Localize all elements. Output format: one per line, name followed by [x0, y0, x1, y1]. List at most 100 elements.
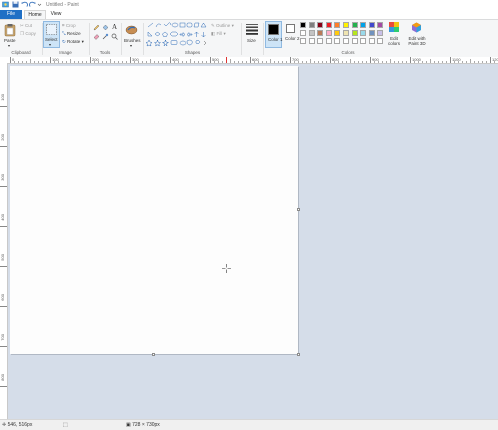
text-tool-icon[interactable]: A [112, 23, 117, 31]
color1-swatch [268, 24, 279, 35]
shape-fill-icon: ◧ [211, 31, 216, 36]
fill-bucket-icon[interactable] [102, 24, 109, 31]
ruler-minor-tick [234, 61, 235, 63]
ruler-tick-label: 100 [0, 94, 5, 101]
custom-color-slot[interactable] [360, 38, 367, 44]
ruler-cursor-marker [226, 57, 227, 63]
cut-button[interactable]: ✂ Cut [20, 23, 32, 29]
palette-swatch[interactable] [343, 30, 349, 36]
palette-swatch[interactable] [368, 22, 375, 28]
outline-icon: ✎ [211, 23, 215, 28]
palette-swatch[interactable] [351, 30, 358, 36]
brushes-icon[interactable] [125, 23, 138, 35]
palette-swatch[interactable] [325, 30, 332, 36]
custom-color-slot[interactable] [343, 38, 349, 44]
tab-view[interactable]: View [47, 10, 65, 19]
palette-swatch[interactable] [377, 30, 384, 36]
tab-home[interactable]: Home [24, 10, 46, 19]
ruler-minor-tick [390, 59, 391, 63]
palette-swatch[interactable] [308, 22, 315, 28]
palette-swatch[interactable] [334, 30, 341, 36]
custom-color-slot[interactable] [368, 38, 375, 44]
ruler-minor-tick [374, 61, 375, 63]
palette-swatch[interactable] [325, 22, 332, 28]
drawing-canvas[interactable] [10, 66, 298, 354]
ruler-minor-tick [430, 59, 431, 63]
custom-color-slot[interactable] [308, 38, 315, 44]
ruler-minor-tick [274, 61, 275, 63]
cursor-position-value: 546, 516px [7, 422, 33, 428]
paste-dropdown-icon[interactable]: ▾ [8, 43, 10, 48]
fill-button[interactable]: ◧ Fill ▾ [211, 31, 226, 37]
select-button[interactable]: Select ▾ [43, 21, 60, 48]
ruler-minor-tick [282, 61, 283, 63]
magnifier-icon[interactable] [111, 33, 118, 40]
palette-swatch[interactable] [360, 30, 367, 36]
brushes-dropdown-icon[interactable]: ▾ [130, 43, 132, 48]
palette-swatch[interactable] [377, 22, 384, 28]
resize-handle-corner[interactable] [297, 353, 300, 356]
ruler-minor-tick [398, 61, 399, 63]
resize-handle-bottom[interactable] [152, 353, 155, 356]
custom-color-slot[interactable] [325, 38, 332, 44]
resize-handle-right[interactable] [297, 208, 300, 211]
palette-swatch[interactable] [351, 22, 358, 28]
custom-color-slot[interactable] [300, 38, 306, 44]
custom-color-slot[interactable] [351, 38, 358, 44]
ruler-minor-tick [458, 61, 459, 63]
edit-with-paint3d-button[interactable]: Edit with Paint 3D [405, 36, 429, 46]
palette-swatch[interactable] [317, 30, 324, 36]
tools-group-label: Tools [99, 50, 111, 55]
ruler-minor-tick [406, 61, 407, 63]
palette-swatch[interactable] [360, 22, 367, 28]
ruler-minor-tick [366, 61, 367, 63]
ruler-minor-tick [158, 61, 159, 63]
tab-file[interactable]: File [0, 10, 22, 19]
pencil-icon[interactable] [93, 24, 100, 31]
custom-color-slot[interactable] [334, 38, 341, 44]
paint3d-icon[interactable] [411, 22, 422, 33]
size-icon[interactable] [245, 23, 259, 35]
resize-label: Resize [66, 31, 81, 36]
custom-color-slot[interactable] [377, 38, 384, 44]
rotate-button[interactable]: ↻ Rotate ▾ [62, 39, 84, 45]
save-icon[interactable] [12, 1, 19, 8]
copy-label: Copy [25, 31, 36, 36]
ruler-minor-tick [26, 61, 27, 63]
eraser-icon[interactable] [93, 33, 100, 40]
ruler-tick-label: 700 [0, 334, 5, 341]
ruler-minor-tick [466, 61, 467, 63]
edit-colors-button[interactable]: Edit colors [387, 36, 401, 46]
palette-swatch[interactable] [368, 30, 375, 36]
ruler-minor-tick [438, 61, 439, 63]
ruler-tick [250, 57, 251, 63]
copy-button[interactable]: ❐ Copy [20, 31, 36, 37]
color2-button[interactable]: Color 2 [284, 21, 300, 48]
crosshair-cursor-icon [222, 264, 231, 273]
color1-button[interactable]: Color 1 [265, 21, 283, 48]
palette-swatch[interactable] [343, 22, 349, 28]
ruler-minor-tick [134, 61, 135, 63]
palette-swatch[interactable] [317, 22, 324, 28]
crop-button[interactable]: ⌗ Crop [62, 23, 76, 28]
resize-button[interactable]: ⤡ Resize [62, 31, 81, 36]
palette-swatch[interactable] [334, 22, 341, 28]
outline-button[interactable]: ✎ Outline ▾ [211, 23, 234, 29]
ruler-tick [170, 57, 171, 63]
select-dropdown-icon: ▾ [49, 42, 52, 47]
shapes-gallery[interactable] [146, 22, 208, 49]
color-picker-icon[interactable] [102, 33, 109, 40]
palette-swatch[interactable] [300, 30, 306, 36]
brushes-button[interactable]: Brushes [124, 38, 141, 43]
edit-colors-icon[interactable] [389, 22, 399, 32]
undo-icon[interactable] [21, 1, 28, 8]
palette-swatch[interactable] [308, 30, 315, 36]
palette-swatch[interactable] [300, 22, 306, 28]
custom-color-slot[interactable] [317, 38, 324, 44]
paste-icon[interactable] [4, 23, 16, 37]
ruler-minor-tick [114, 61, 115, 63]
ruler-tick [0, 226, 7, 227]
customize-toolbar-icon[interactable] [37, 1, 42, 8]
redo-icon[interactable] [29, 1, 36, 8]
size-button[interactable]: Size [247, 38, 256, 43]
